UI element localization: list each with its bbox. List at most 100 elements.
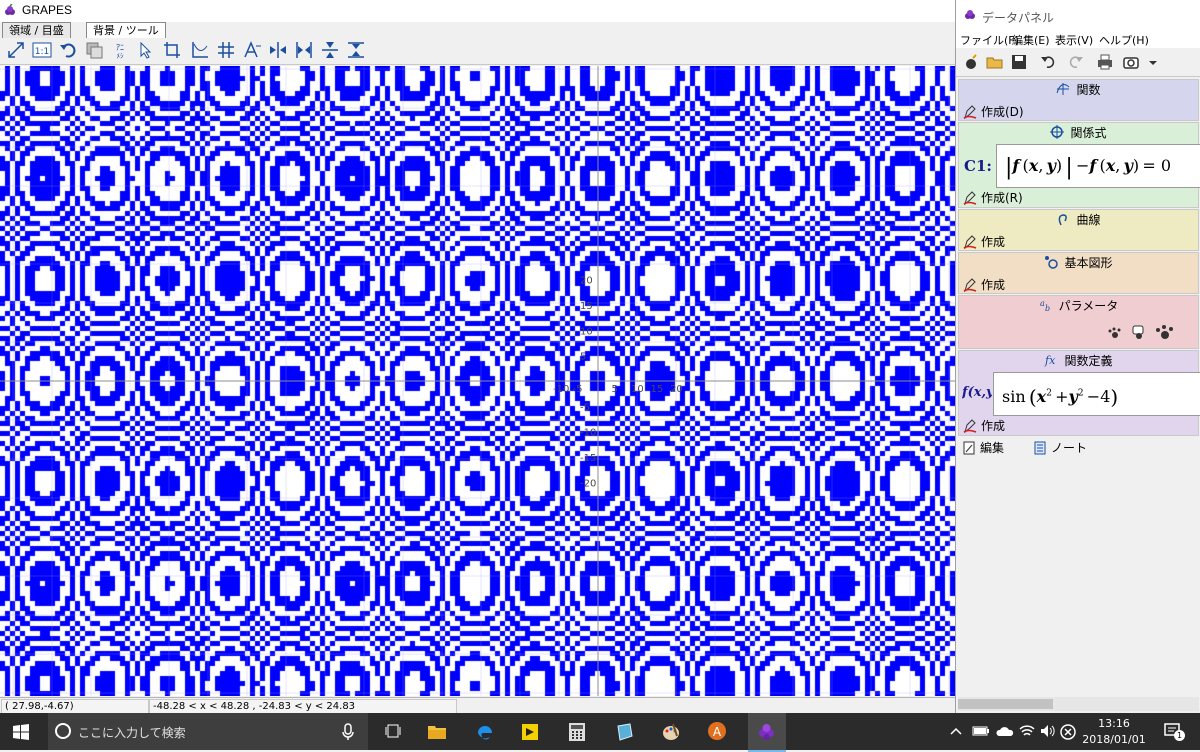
tab-background-tools[interactable]: 背景 / ツール (86, 22, 166, 38)
data-panel-scrollbar[interactable] (958, 697, 1199, 711)
copy-graph-button[interactable] (84, 40, 104, 60)
grapes-app-icon (965, 10, 975, 19)
settings-tabs: 領域 / 目盛 背景 / ツール (0, 22, 955, 38)
x-tick-label: -10 (553, 384, 569, 395)
parameters-header[interactable]: a b パラメータ (959, 296, 1198, 316)
create-relation-button[interactable]: 作成(R) (963, 189, 1023, 206)
label-icon (244, 41, 261, 58)
title-bar: GRAPES (0, 0, 955, 22)
relations-header[interactable]: 関係式 (959, 123, 1198, 143)
svg-text:ﾒｼ: ﾒｼ (117, 52, 124, 60)
shapes-section: 基本図形 作成 (958, 252, 1199, 294)
clock-time: 13:16 (1098, 717, 1130, 730)
folder-icon (986, 57, 1003, 69)
menu-view[interactable]: 表示(V) (1055, 32, 1093, 48)
create-relation-label: 作成(R) (981, 191, 1023, 205)
view-range: -48.28 < x < 48.28 , -24.83 < y < 24.83 (149, 699, 457, 714)
functions-header[interactable]: 関数 (959, 80, 1198, 100)
label-button[interactable] (242, 40, 262, 60)
zoom-vertical-button[interactable] (320, 40, 340, 60)
definitions-header[interactable]: fx 関数定義 (959, 351, 1198, 371)
undo-icon (1041, 56, 1055, 69)
taskbar-explorer[interactable] (424, 713, 450, 750)
edit-button[interactable]: 編集 (962, 439, 1004, 456)
new-button[interactable] (962, 53, 980, 71)
menu-file[interactable]: ファイル(F) (960, 32, 1019, 48)
zoom-vertical-icon (322, 42, 338, 58)
status-bar: ( 27.98,-4.67) -48.28 < x < 48.28 , -24.… (0, 697, 955, 714)
create-shape-button[interactable]: 作成 (963, 276, 1005, 293)
create-definition-button[interactable]: 作成 (963, 417, 1005, 434)
zoom-horizontal-button[interactable] (268, 40, 288, 60)
undo-icon (60, 43, 76, 58)
area-button[interactable] (162, 40, 182, 60)
menu-help[interactable]: ヘルプ(H) (1099, 32, 1149, 48)
taskbar-grapes[interactable] (748, 713, 786, 752)
area-icon (164, 42, 180, 58)
undo-button[interactable] (58, 40, 78, 60)
taskbar-paint[interactable] (658, 713, 684, 750)
one-to-one-icon: 1:1 (32, 42, 52, 58)
microphone-icon[interactable] (341, 723, 355, 741)
open-button[interactable] (986, 53, 1004, 71)
taskbar-store[interactable] (517, 713, 543, 750)
taskbar-app-glass[interactable] (611, 713, 637, 750)
taskbar-edge[interactable] (472, 713, 498, 750)
wifi-icon[interactable] (1018, 724, 1036, 738)
create-function-label: 作成(D) (981, 105, 1024, 119)
curves-header[interactable]: 曲線 (959, 210, 1198, 230)
relation-formula-field[interactable]: |f (x, y) | −f (x, y) = 0 (996, 144, 1200, 188)
print-button[interactable] (1096, 53, 1114, 71)
taskbar-a-app[interactable]: A (704, 713, 730, 750)
graph-area[interactable]: -10 -5 5 10 15 20 20 15 10 5 -5 -10 -15 -20 (0, 66, 955, 696)
paw-large-icon[interactable] (1155, 324, 1175, 340)
onedrive-cloud-icon[interactable] (996, 724, 1014, 738)
shrink-horizontal-button[interactable] (294, 40, 314, 60)
start-button[interactable] (0, 713, 44, 750)
menu-edit[interactable]: 編集(E) (1012, 32, 1050, 48)
definition-formula-field[interactable]: sin (x2 +y2 −4) (993, 372, 1200, 416)
create-curve-button[interactable]: 作成 (963, 233, 1005, 250)
capture-dropdown[interactable] (1144, 53, 1162, 71)
printer-icon (1098, 54, 1112, 70)
tab-area-scale[interactable]: 領域 / 目盛 (2, 22, 71, 38)
taskbar-calculator[interactable] (564, 713, 590, 750)
battery-icon[interactable] (972, 725, 990, 737)
save-button[interactable] (1010, 53, 1028, 71)
undo-button[interactable] (1040, 53, 1058, 71)
grapes-app-icon (5, 4, 15, 15)
paw-small-icon[interactable] (1107, 326, 1123, 340)
cursor-tool-icon (140, 41, 152, 59)
notes-button[interactable]: ノート (1033, 439, 1087, 456)
x-tick-label: 20 (670, 384, 683, 395)
taskbar-search[interactable]: ここに入力して検索 (48, 713, 368, 750)
fit-button[interactable] (6, 40, 26, 60)
redo-button[interactable] (1066, 53, 1084, 71)
capture-button[interactable] (1122, 53, 1140, 71)
shapes-header[interactable]: 基本図形 (959, 253, 1198, 273)
y-tick-label: -15 (580, 453, 596, 464)
grid-button[interactable] (216, 40, 236, 60)
background-button[interactable]: ｱﾆ ﾒｼ (110, 40, 130, 60)
y-tick-label: -10 (580, 428, 596, 439)
window-title: GRAPES (22, 3, 73, 17)
zoom-horizontal-icon (270, 42, 286, 58)
tray-chevron-up-icon[interactable] (950, 726, 962, 736)
one-to-one-button[interactable]: 1:1 (32, 40, 52, 60)
calculator-icon (569, 723, 585, 741)
scrollbar-thumb[interactable] (958, 699, 1053, 709)
shrink-vertical-button[interactable] (346, 40, 366, 60)
action-center-button[interactable]: 1 (1158, 713, 1188, 750)
y-tick-label: 10 (580, 326, 593, 337)
background-icon: ｱﾆﾒｼ (116, 43, 124, 60)
create-function-button[interactable]: 作成(D) (963, 103, 1024, 120)
tray-clock[interactable]: 13:16 2018/01/01 (1082, 713, 1146, 750)
volume-icon[interactable] (1040, 724, 1056, 738)
graph-scale-button[interactable] (190, 40, 210, 60)
paw-reset-icon[interactable] (1131, 324, 1147, 340)
x-tick-label: -5 (573, 384, 583, 395)
edit-label: 編集 (980, 441, 1005, 455)
cursor-tool-button[interactable] (136, 40, 156, 60)
task-view-button[interactable] (380, 713, 406, 750)
close-circle-icon[interactable] (1060, 724, 1076, 740)
